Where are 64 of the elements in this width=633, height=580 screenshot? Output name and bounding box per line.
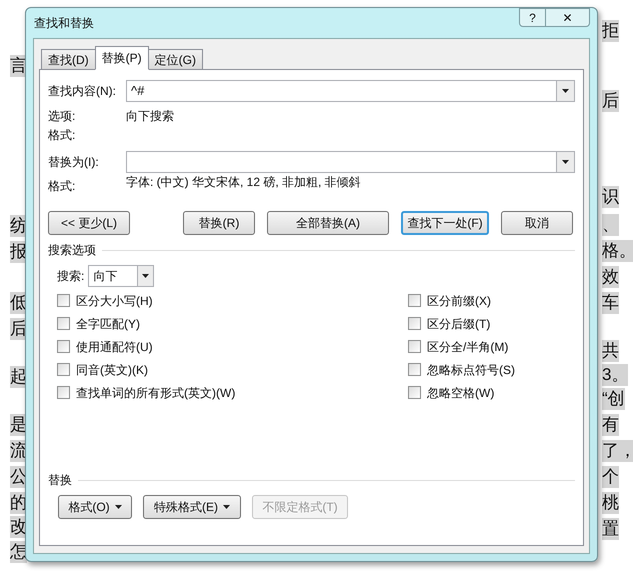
options-text: 向下搜索 <box>126 108 174 124</box>
checkbox-label: 查找单词的所有形式(英文)(W) <box>76 384 236 402</box>
checkbox-label: 区分后缀(T) <box>427 316 490 332</box>
document-text: 共 <box>602 340 619 362</box>
format-button[interactable]: 特殊格式(E) <box>143 495 241 519</box>
checkbox-label: 使用通配符(U) <box>76 338 153 356</box>
group-title: 替换 <box>48 472 72 489</box>
document-text: “创 <box>602 388 625 410</box>
dialog-button[interactable]: 取消 <box>501 211 573 235</box>
close-button[interactable]: ✕ <box>546 8 590 27</box>
field-label: 选项: <box>48 108 76 124</box>
tab[interactable]: 替换(P) <box>94 46 149 70</box>
field-label: 替换为(I): <box>48 154 100 171</box>
document-text: 了， <box>602 440 633 462</box>
checkbox[interactable] <box>408 294 421 307</box>
field-label: 查找内容(N): <box>48 83 117 100</box>
checkbox[interactable] <box>408 340 421 353</box>
dropdown-arrow-icon <box>562 89 569 93</box>
format-text: 字体: (中文) 华文宋体, 12 磅, 非加粗, 非倾斜 <box>126 174 361 191</box>
document-text: 后 <box>602 90 619 112</box>
checkbox[interactable] <box>57 340 70 353</box>
tab[interactable]: 定位(G) <box>148 49 203 70</box>
document-text: 桃 <box>602 492 619 514</box>
document-text: 置 <box>602 518 619 540</box>
combo-field[interactable]: ^# <box>126 80 575 102</box>
checkbox[interactable] <box>57 363 70 376</box>
group-title: 搜索选项 <box>48 242 96 259</box>
checkbox[interactable] <box>57 386 70 399</box>
dialog-button[interactable]: 替换(R) <box>183 211 255 235</box>
document-text: 效 <box>602 266 619 288</box>
document-text: 识 <box>602 186 619 208</box>
document-text: 3。 <box>602 364 628 386</box>
checkbox-label: 全字匹配(Y) <box>76 316 140 332</box>
dialog-button[interactable]: 查找下一处(F) <box>401 211 489 235</box>
checkbox-label: 同音(英文)(K) <box>76 362 148 378</box>
field-label: 搜索: <box>57 268 84 285</box>
document-text: 、 <box>602 214 619 236</box>
checkbox[interactable] <box>408 363 421 376</box>
dialog-button[interactable]: << 更少(L) <box>48 211 130 235</box>
checkbox[interactable] <box>57 294 70 307</box>
document-text: 车 <box>602 292 619 314</box>
document-text: 格。 <box>602 240 633 262</box>
checkbox[interactable] <box>57 317 70 330</box>
checkbox[interactable] <box>408 317 421 330</box>
field-label: 格式: <box>48 178 76 195</box>
document-text: 个 <box>602 466 619 488</box>
combo-field[interactable] <box>126 151 575 173</box>
checkbox-label: 区分大小写(H) <box>76 292 153 310</box>
document-text: 有 <box>602 414 619 436</box>
dialog-button[interactable]: 全部替换(A) <box>267 211 389 235</box>
field-label: 格式: <box>48 126 76 144</box>
tab[interactable]: 查找(D) <box>41 49 96 70</box>
format-button[interactable]: 格式(O) <box>58 495 132 519</box>
search-direction-select[interactable]: 向下 <box>88 265 154 287</box>
dropdown-arrow-icon <box>562 160 569 164</box>
checkbox-label: 区分全/半角(M) <box>427 338 508 356</box>
checkbox-label: 忽略标点符号(S) <box>427 362 515 378</box>
checkbox-label: 区分前缀(X) <box>427 292 491 310</box>
dropdown-arrow-icon <box>142 274 150 278</box>
document-text: 拒 <box>602 20 619 42</box>
window-title: 查找和替换 <box>34 15 94 32</box>
help-button[interactable]: ? <box>519 8 546 27</box>
checkbox-label: 忽略空格(W) <box>427 384 494 402</box>
checkbox[interactable] <box>408 386 421 399</box>
